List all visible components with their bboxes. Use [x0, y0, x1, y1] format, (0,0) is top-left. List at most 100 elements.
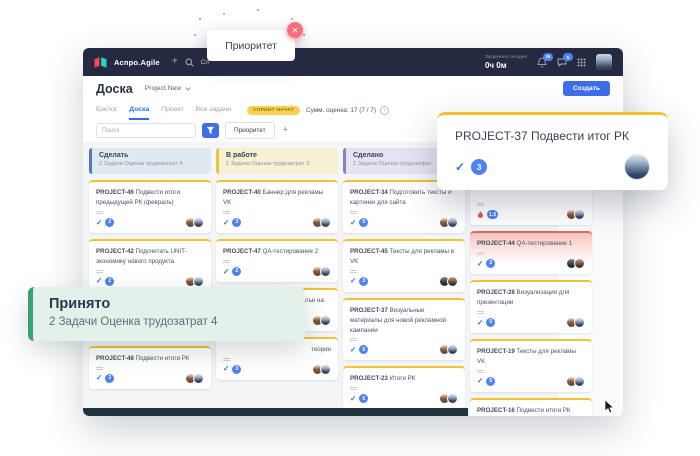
dragged-task-footer: ✓ 3 [455, 154, 650, 180]
task-footer: ✓3 [350, 276, 458, 287]
task-id: PROJECT-34 [350, 189, 390, 196]
avatar [447, 217, 458, 228]
top-navbar: Аспро.Agile + Сп Затрачено сегодня 0ч 0м… [83, 48, 623, 76]
task-footer: ✓5 [477, 376, 585, 387]
task-title: PROJECT-48 Подвести итоги РК [96, 354, 204, 364]
search-input[interactable] [96, 123, 196, 138]
description-icon [96, 211, 103, 212]
task-id: PROJECT-45 [350, 248, 390, 255]
assignees [185, 217, 204, 228]
column-meta: 2 Задачи Оценка трудозатрат 4 [99, 161, 204, 167]
column-cards: PROJECT-34 Подготовить тексты и картинки… [343, 180, 465, 409]
user-avatar[interactable] [596, 54, 612, 70]
assignees [312, 217, 331, 228]
estimate-badge: 3 [232, 218, 241, 227]
task-card[interactable]: PROJECT-44 QA-тестирование 1✓2 [470, 231, 592, 274]
check-icon: ✓ [96, 277, 102, 285]
task-card[interactable]: PROJECT-16 Подвести итоги РК [470, 398, 592, 416]
description-icon [477, 203, 484, 204]
estimate-badge: 3 [359, 277, 368, 286]
check-icon: ✓ [96, 219, 102, 227]
task-card[interactable]: PROJECT-48 Подвести итоги РК✓2 [89, 346, 211, 389]
tab-3[interactable]: Проект [161, 100, 183, 120]
task-id: PROJECT-23 [350, 375, 390, 382]
add-icon[interactable]: + [172, 57, 178, 67]
task-card[interactable]: PROJECT-45 Тексты для рекламы в VK ✓3 [343, 239, 465, 292]
navbar-right: Затрачено сегодня 0ч 0м 26 5 [485, 54, 612, 70]
avatar [320, 266, 331, 277]
brand-name: Аспро.Agile [114, 58, 160, 67]
assignees [566, 258, 585, 269]
column-cards: PROJECT-40 Баннер для рекламы VK✓3PROJEC… [216, 180, 338, 380]
task-title: PROJECT-19 Тексты для рекламы VK [477, 347, 585, 367]
task-card[interactable]: PROJECT-47 QA-тестирование 2✓2 [216, 239, 338, 282]
task-card[interactable]: PROJECT-28 Визуализация для презентации✓… [470, 280, 592, 333]
bottom-panel [83, 408, 468, 416]
column-header[interactable]: В работе1 Задача Оценка трудозатрат 3 [216, 148, 338, 174]
task-title: PROJECT-23 Итоги РК [350, 374, 458, 384]
task-card[interactable]: PROJECT-23 Итоги РК✓5 [343, 366, 465, 409]
task-footer: ✓2 [96, 276, 204, 287]
avatar [447, 344, 458, 355]
description-icon [477, 311, 484, 312]
task-id: PROJECT-42 [96, 248, 136, 255]
apps-grid-icon[interactable] [577, 58, 586, 67]
task-card[interactable]: PROJECT-37 Визуальные материалы для ново… [343, 298, 465, 361]
assignees [312, 266, 331, 277]
create-button[interactable]: Создать [563, 81, 610, 96]
app-logo-icon [94, 57, 107, 68]
page-header: Доска Project.New Создать [83, 76, 623, 101]
column-header[interactable]: Сделать 2 Задачи Оценка трудозатрат 4 [89, 148, 211, 174]
task-title: PROJECT-40 Баннер для рекламы VK [223, 188, 331, 208]
assignees [185, 373, 204, 384]
description-icon [350, 387, 357, 388]
task-card[interactable]: PROJECT-40 Баннер для рекламы VK✓3 [216, 180, 338, 233]
check-icon: ✓ [350, 277, 356, 285]
add-filter-button[interactable]: + [281, 126, 291, 136]
estimate-badge: 2 [486, 259, 495, 268]
project-selector[interactable]: Project.New [145, 85, 192, 92]
tab-4[interactable]: Все задачи [196, 100, 231, 120]
notifications-button[interactable]: 26 [537, 57, 547, 68]
task-title: PROJECT-45 Тексты для рекламы в VK [350, 247, 458, 267]
task-title: PROJECT-28 Визуализация для презентации [477, 288, 585, 308]
task-id: PROJECT-40 [223, 189, 263, 196]
assignees [312, 315, 331, 326]
column-title: Сделать [99, 152, 204, 159]
help-icon[interactable]: ? [380, 106, 389, 115]
close-icon[interactable]: ✕ [287, 22, 303, 38]
tab-2[interactable]: Доска [129, 100, 149, 120]
task-card[interactable]: PROJECT-19 Тексты для рекламы VK ✓5 [470, 339, 592, 392]
tabs: Бэклог Доска Проект Все задачи [96, 101, 231, 119]
assignees [439, 344, 458, 355]
fire-icon [477, 211, 484, 219]
task-title: PROJECT-34 Подготовить тексты и картинки… [350, 188, 458, 208]
check-icon: ✓ [223, 268, 229, 276]
task-title: PROJECT-46 Подвести итоги предыдущей РК … [96, 188, 204, 208]
check-icon: ✓ [350, 395, 356, 403]
app-window: Аспро.Agile + Сп Затрачено сегодня 0ч 0м… [83, 48, 623, 416]
description-icon [223, 211, 230, 212]
task-card[interactable]: PROJECT-42 Подсчитать UNIT-экономику нов… [89, 239, 211, 292]
estimate-badge: 5 [359, 345, 368, 354]
task-title: PROJECT-44 QA-тестирование 1 [477, 239, 585, 249]
search-icon[interactable] [185, 58, 194, 67]
estimate-badge: 2 [105, 374, 114, 383]
task-id: PROJECT-46 [96, 189, 136, 196]
check-icon: ✓ [350, 219, 356, 227]
task-card[interactable]: теории✓3 [216, 337, 338, 380]
column-cards: PROJECT-46 Подвести итоги предыдущей РК … [89, 180, 211, 389]
estimate-badge: 2 [105, 218, 114, 227]
task-id: PROJECT-19 [477, 348, 517, 355]
description-icon [477, 370, 484, 371]
description-icon [223, 358, 230, 359]
task-card[interactable]: PROJECT-46 Подвести итоги предыдущей РК … [89, 180, 211, 233]
filter-button[interactable] [202, 123, 219, 138]
messages-button[interactable]: 5 [557, 57, 567, 67]
tab-1[interactable]: Бэклог [96, 100, 117, 120]
dragged-task-card[interactable]: PROJECT-37 Подвести итог РК ✓ 3 [437, 112, 668, 190]
sprint-status-badge: СПРИНТ НАЧАТ [247, 106, 300, 115]
accepted-column-header-overlay[interactable]: Принято 2 Задачи Оценка трудозатрат 4 [28, 287, 305, 341]
active-filter-chip[interactable]: Приоритет [225, 122, 275, 139]
assignees [566, 209, 585, 220]
